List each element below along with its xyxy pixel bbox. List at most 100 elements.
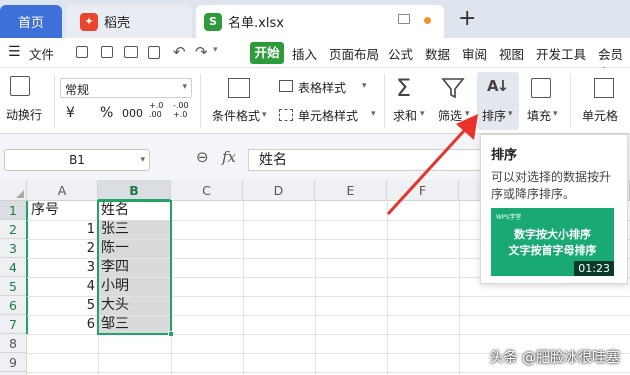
name-box[interactable]: B1 ▾ [4, 149, 150, 171]
undo-icon[interactable]: ↶ [173, 43, 186, 61]
menu-start[interactable]: 开始 [250, 42, 284, 64]
currency-button[interactable]: ¥ [66, 105, 75, 121]
corner-triangle-icon [16, 190, 24, 198]
percent-button[interactable]: % [100, 105, 113, 121]
select-all-corner[interactable] [0, 180, 27, 201]
menu-view[interactable]: 视图 [499, 44, 524, 63]
ribbon: 动换行 常规 ▾ ¥ % 000 +.0 .00 -.00 +.0 条件格式 ▾… [0, 68, 630, 134]
chevron-down-icon[interactable]: ▾ [262, 110, 267, 120]
tab-home[interactable]: 首页 [0, 5, 62, 38]
zoom-icon[interactable]: ⊖ [196, 148, 209, 166]
grid-line [243, 201, 244, 375]
conditional-format-label[interactable]: 条件格式 [212, 107, 260, 124]
grid-line [315, 201, 316, 375]
column-header-d[interactable]: D [243, 180, 315, 201]
wrap-text-label[interactable]: 动换行 [6, 106, 42, 123]
sum-icon[interactable]: Σ [396, 74, 411, 102]
row-header[interactable]: 5 [0, 277, 27, 296]
fill-icon[interactable] [531, 78, 551, 98]
chevron-down-icon[interactable]: ▾ [371, 109, 376, 119]
menu-page-layout[interactable]: 页面布局 [329, 44, 379, 63]
row-header[interactable]: 9 [0, 353, 27, 372]
formula-content: 姓名 [259, 152, 287, 168]
tab-home-label: 首页 [17, 16, 44, 31]
video-brand-logo: WPS学堂 [496, 214, 522, 221]
row-header[interactable]: 1 [0, 201, 27, 220]
menu-review[interactable]: 审阅 [462, 44, 487, 63]
cell-a1[interactable]: 序号 [31, 201, 59, 220]
menu-formula[interactable]: 公式 [388, 44, 413, 63]
print-icon[interactable] [124, 46, 138, 58]
cell-a5[interactable]: 4 [27, 277, 95, 296]
menu-developer[interactable]: 开发工具 [536, 44, 586, 63]
cell-a6[interactable]: 5 [27, 296, 95, 315]
redo-icon[interactable]: ↷ [195, 43, 208, 61]
cell-icon[interactable] [594, 78, 614, 98]
name-box-value: B1 [69, 153, 85, 167]
column-header-c[interactable]: C [171, 180, 243, 201]
export-pdf-icon[interactable] [101, 46, 113, 58]
grid-line [387, 201, 388, 375]
docer-icon: ✦ [80, 12, 98, 31]
monitor-icon[interactable] [398, 14, 410, 24]
table-style-label[interactable]: 表格样式 [298, 79, 346, 96]
ribbon-divider [570, 74, 571, 128]
thousands-button[interactable]: 000 [122, 107, 143, 120]
number-format-select[interactable]: 常规 ▾ [60, 78, 192, 98]
menu-insert[interactable]: 插入 [292, 44, 317, 63]
preview-icon[interactable] [148, 46, 160, 59]
cell-a4[interactable]: 3 [27, 258, 95, 277]
chevron-down-icon[interactable]: ▾ [553, 109, 558, 119]
cell-style-icon [279, 109, 293, 121]
sort-tooltip: 排序 可以对选择的数据按升序或降序排序。 WPS学堂 数字按大小排序 文字按首字… [480, 134, 628, 284]
chevron-down-icon[interactable]: ▾ [362, 81, 367, 91]
grid-line [459, 201, 460, 375]
tooltip-title: 排序 [491, 148, 518, 163]
menu-file[interactable]: 文件 [29, 44, 54, 63]
spreadsheet-icon: S [204, 12, 222, 31]
tab-file-label: 名单.xlsx [228, 16, 284, 31]
new-tab-button[interactable]: + [458, 6, 476, 31]
watermark: 头条 @肥脸冰很哇塞 [489, 350, 620, 366]
video-duration: 01:23 [574, 261, 614, 276]
decrease-decimal-button[interactable]: -.00 +.0 [173, 101, 189, 119]
chevron-down-icon: ▾ [140, 155, 145, 165]
row-header[interactable]: 3 [0, 239, 27, 258]
fill-label[interactable]: 填充 [527, 107, 551, 124]
menu-data[interactable]: 数据 [425, 44, 450, 63]
ribbon-divider [200, 74, 201, 128]
cell-a2[interactable]: 1 [27, 220, 95, 239]
fill-handle[interactable] [168, 331, 174, 337]
hamburger-icon[interactable]: ☰ [8, 45, 21, 59]
tab-docer[interactable]: ✦ 稻壳 [66, 5, 192, 38]
cell-a7[interactable]: 6 [27, 315, 95, 334]
row-header[interactable]: 8 [0, 334, 27, 353]
row-header[interactable]: 4 [0, 258, 27, 277]
cell-label[interactable]: 单元格 [582, 107, 618, 124]
increase-decimal-button[interactable]: +.0 .00 [149, 101, 163, 119]
tab-file[interactable]: S 名单.xlsx [196, 5, 444, 38]
column-header-e[interactable]: E [315, 180, 387, 201]
number-format-value: 常规 [65, 83, 90, 97]
filter-icon[interactable] [441, 77, 465, 99]
sort-az-icon: A↓ [487, 77, 509, 95]
unsaved-dot-icon [424, 17, 431, 24]
row-header[interactable]: 7 [0, 315, 27, 334]
cell-a3[interactable]: 2 [27, 239, 95, 258]
column-header-a[interactable]: A [27, 180, 98, 201]
row-header[interactable]: 2 [0, 220, 27, 239]
fx-icon[interactable]: fx [222, 148, 236, 166]
tutorial-video-thumbnail[interactable]: WPS学堂 数字按大小排序 文字按首字母排序 01:23 [491, 208, 614, 276]
column-header-b[interactable]: B [98, 180, 171, 201]
conditional-format-icon[interactable] [228, 78, 250, 98]
chevron-down-icon: ▾ [508, 109, 513, 119]
video-line-1: 数字按大小排序 [514, 228, 591, 241]
cell-style-label[interactable]: 单元格样式 [298, 107, 358, 124]
tab-bar: 首页 ✦ 稻壳 S 名单.xlsx + [0, 0, 630, 38]
row-header[interactable]: 6 [0, 296, 27, 315]
more-icon[interactable]: ▾ [213, 45, 218, 55]
tooltip-description: 可以对选择的数据按升序或降序排序。 [491, 170, 612, 201]
save-icon[interactable] [76, 46, 88, 58]
wrap-text-icon[interactable] [10, 76, 30, 96]
selection-border [97, 200, 172, 335]
